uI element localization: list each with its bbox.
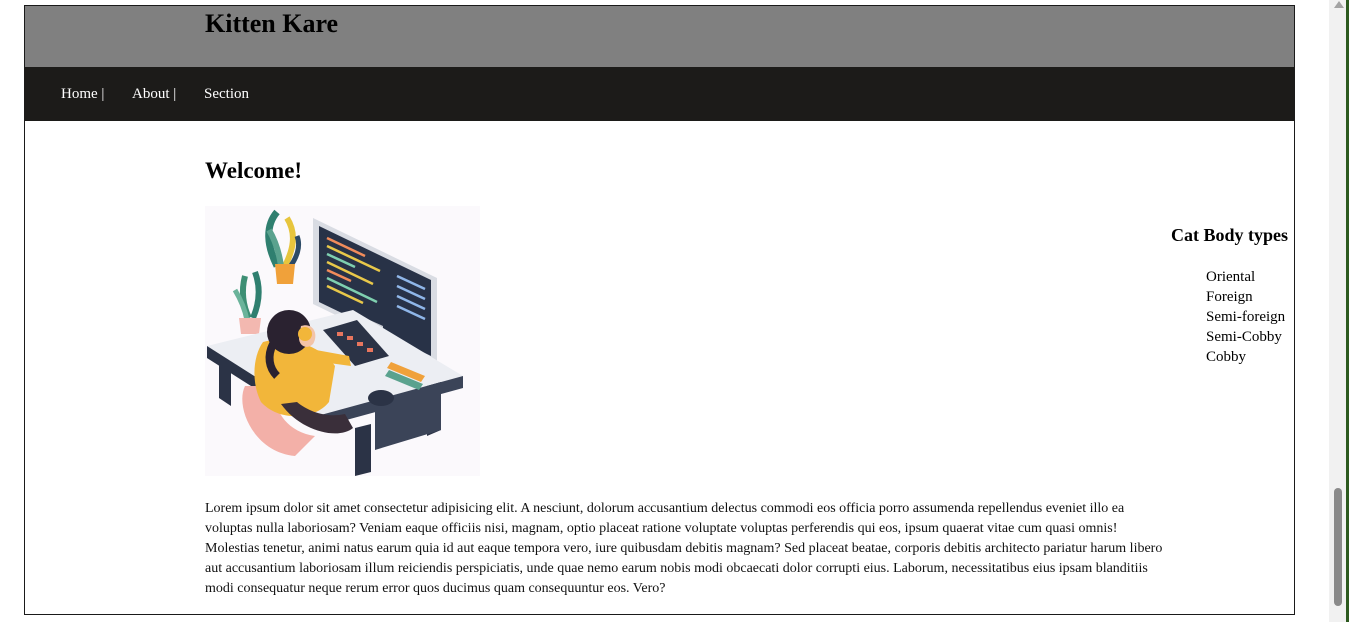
site-header: Kitten Kare [25, 6, 1294, 67]
nav-link-home[interactable]: Home | [61, 86, 104, 103]
main-nav: Home | About | Section [25, 67, 1294, 121]
intro-paragraph: Lorem ipsum dolor sit amet consectetur a… [205, 501, 1163, 596]
nav-link-section[interactable]: Section [204, 86, 249, 103]
list-item: Cobby [1206, 349, 1247, 365]
list-item: Oriental [1206, 269, 1256, 285]
nav-link-about[interactable]: About | [132, 86, 176, 103]
scrollbar-thumb[interactable] [1334, 488, 1342, 606]
list-item: Semi-foreign [1206, 309, 1286, 325]
browser-viewport: Kitten Kare Home | About | Section Welco… [0, 0, 1349, 622]
list-item: Foreign [1206, 289, 1253, 305]
person-at-computer-illustration [205, 206, 480, 476]
page-container: Kitten Kare Home | About | Section Welco… [24, 5, 1295, 615]
sidebar-heading: Cat Body types [1171, 225, 1289, 245]
site-title: Kitten Kare [205, 9, 339, 38]
list-item: Semi-Cobby [1206, 329, 1282, 345]
body-types-list: Oriental Foreign Semi-foreign Semi-Cobby… [1206, 267, 1285, 367]
scroll-up-arrow-icon[interactable] [1334, 1, 1344, 8]
welcome-heading: Welcome! [205, 158, 303, 183]
